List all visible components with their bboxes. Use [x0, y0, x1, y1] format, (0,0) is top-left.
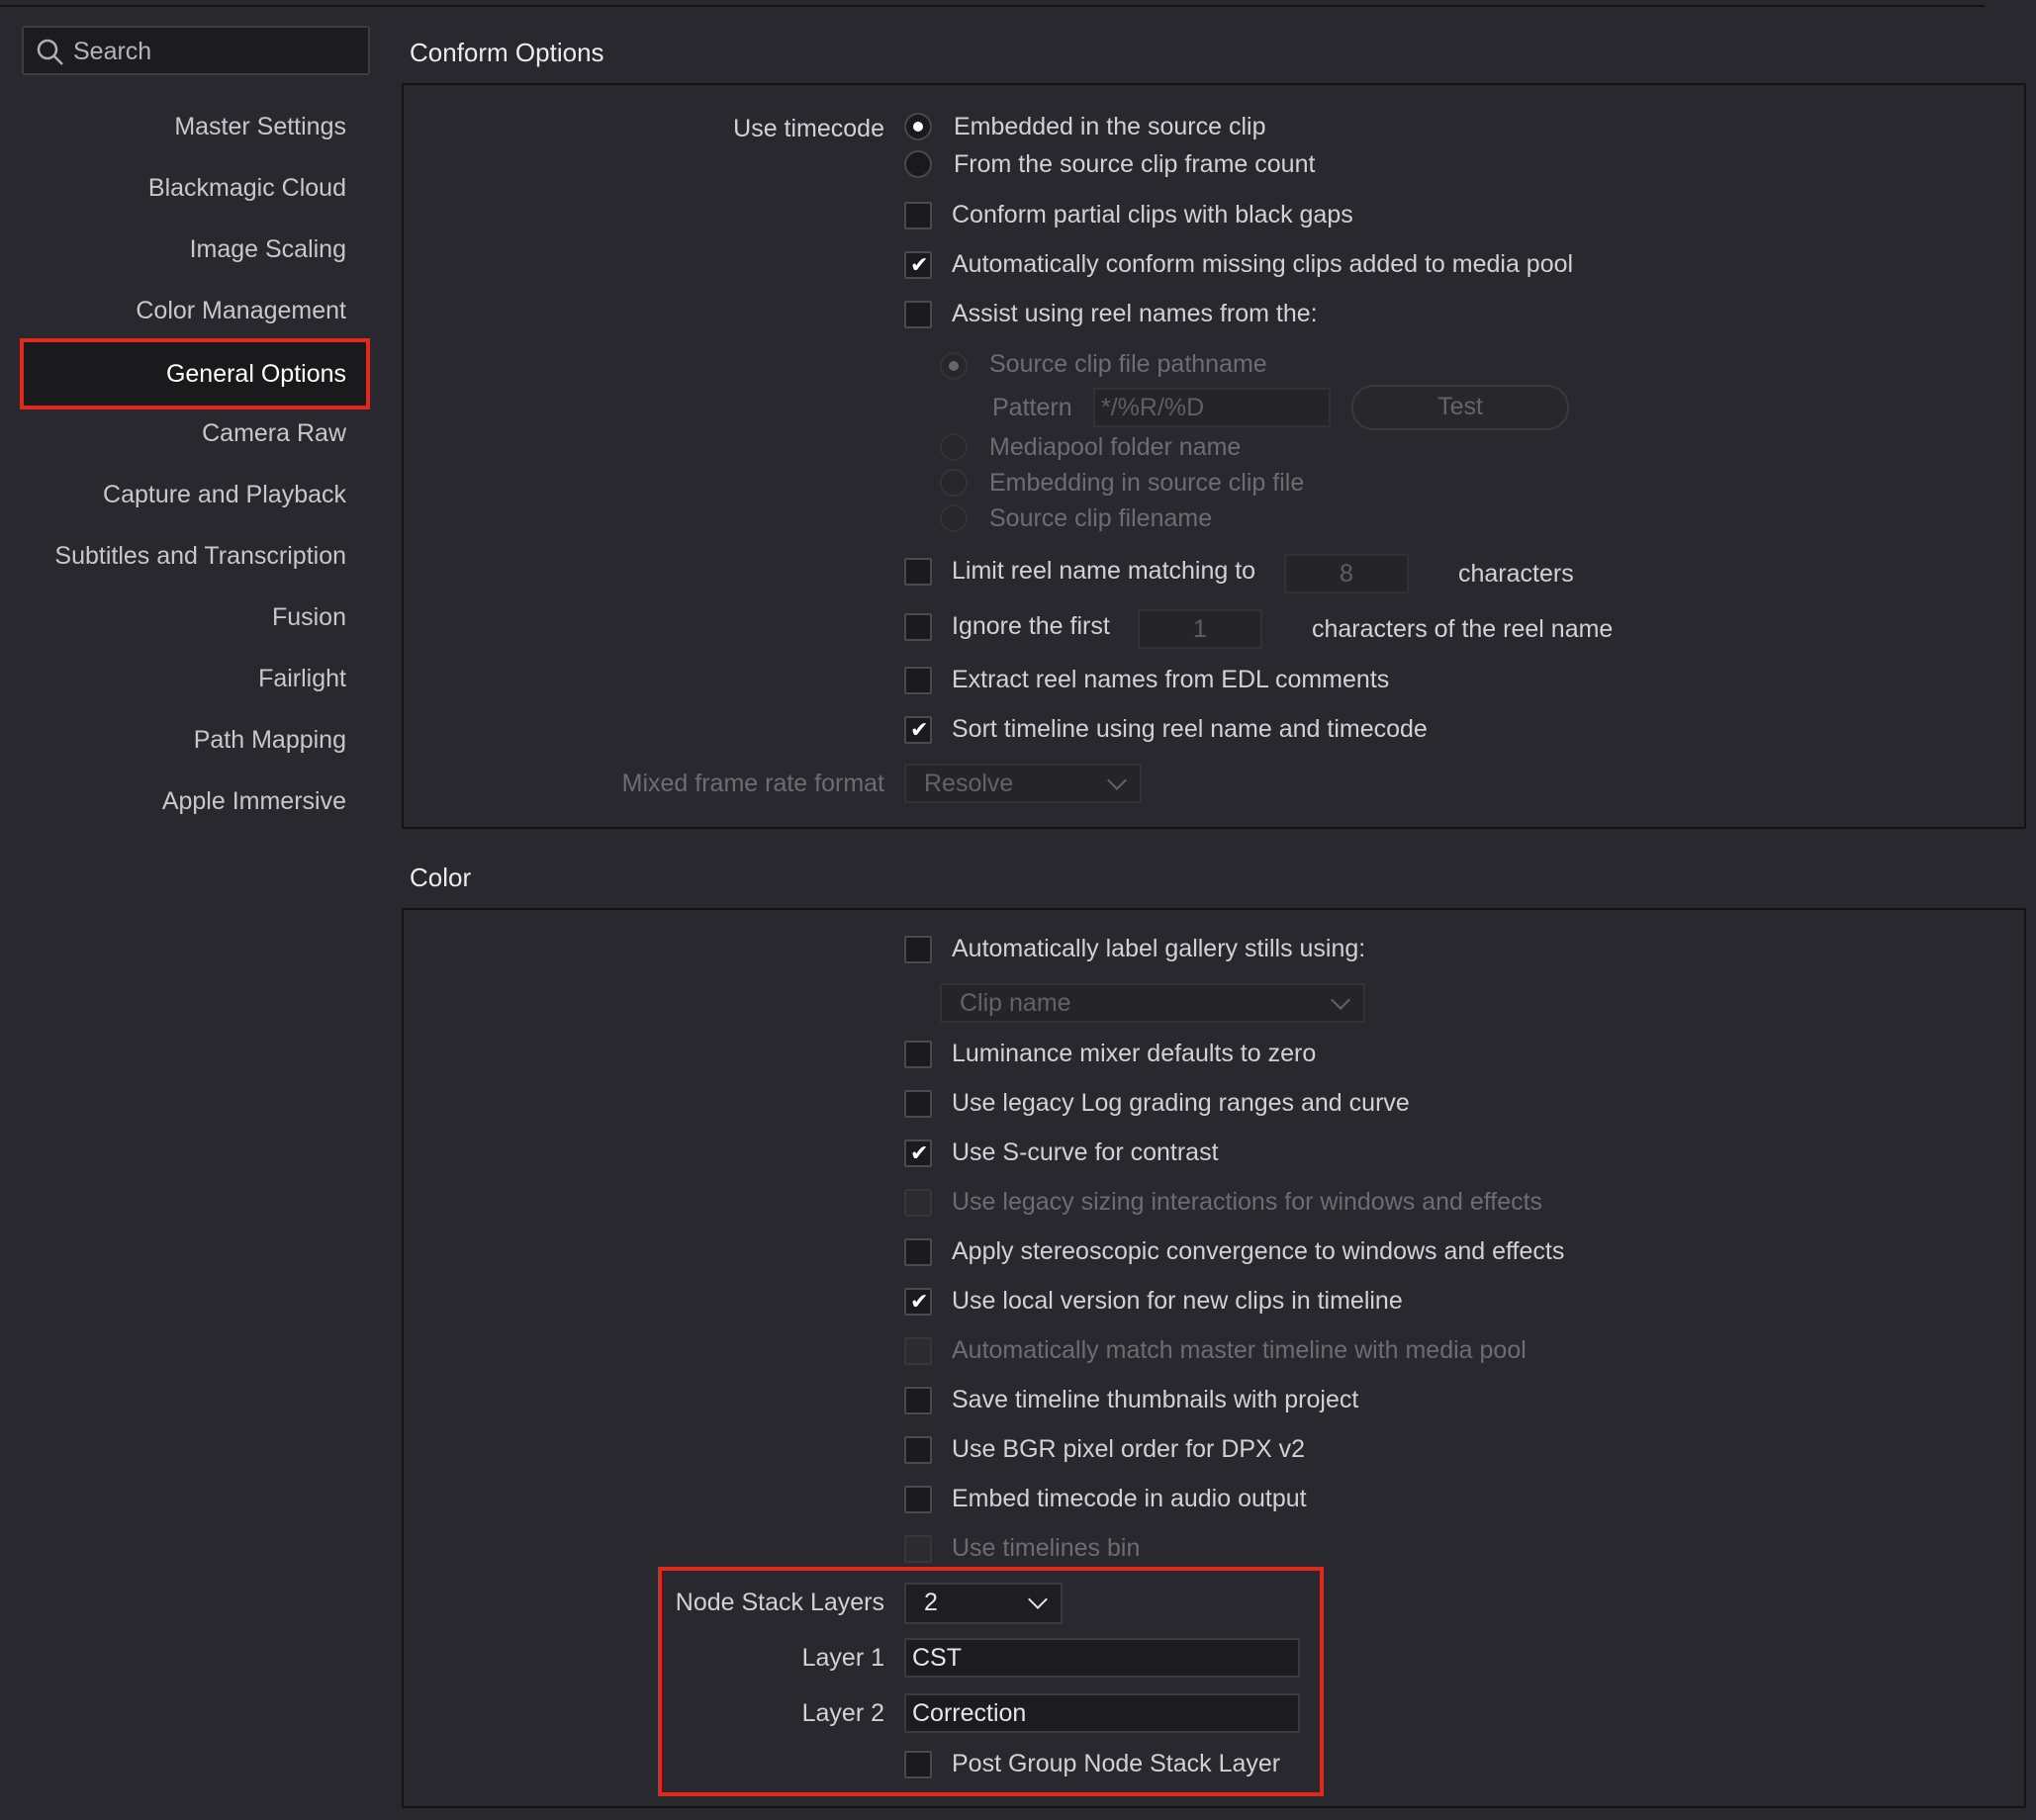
top-border [0, 0, 1985, 7]
search-placeholder: Search [73, 38, 152, 65]
sidebar-item-fusion[interactable]: Fusion [272, 603, 346, 632]
pattern-label: Pattern [992, 394, 1072, 421]
auto-match-checkbox[interactable] [904, 1337, 932, 1365]
luma-mixer-label: Luminance mixer defaults to zero [952, 1040, 1317, 1067]
sidebar-item-subtitles[interactable]: Subtitles and Transcription [54, 542, 346, 571]
limit-reel-input[interactable]: 8 [1284, 554, 1409, 593]
search-icon [37, 39, 63, 65]
characters-label: characters [1458, 560, 1574, 588]
sidebar-item-image-scaling[interactable]: Image Scaling [190, 235, 346, 264]
checkmark-icon: ✔ [910, 1289, 929, 1314]
limit-reel-label: Limit reel name matching to [952, 557, 1256, 585]
source-filename-label: Source clip filename [989, 504, 1213, 532]
mixed-rate-label: Mixed frame rate format [621, 770, 884, 797]
mixed-rate-dropdown[interactable]: Resolve [904, 764, 1142, 803]
legacy-sizing-label: Use legacy sizing interactions for windo… [952, 1188, 1543, 1216]
test-button[interactable]: Test [1351, 385, 1569, 430]
ignore-first-label: Ignore the first [952, 612, 1110, 640]
sidebar-item-master-settings[interactable]: Master Settings [174, 113, 346, 141]
checkmark-icon: ✔ [910, 252, 929, 277]
extract-edl-checkbox[interactable] [904, 667, 932, 694]
sidebar-item-path-mapping[interactable]: Path Mapping [194, 726, 346, 755]
mediapool-folder-radio[interactable] [940, 433, 968, 461]
color-section-title: Color [410, 863, 472, 892]
mixed-rate-value: Resolve [924, 770, 1014, 797]
timecode-embedded-label: Embedded in the source clip [954, 113, 1266, 140]
embed-tc-label: Embed timecode in audio output [952, 1485, 1307, 1512]
sidebar-item-fairlight[interactable]: Fairlight [258, 665, 346, 693]
bgr-order-label: Use BGR pixel order for DPX v2 [952, 1435, 1306, 1463]
sidebar-item-capture-playback[interactable]: Capture and Playback [103, 481, 346, 509]
luma-mixer-checkbox[interactable] [904, 1041, 932, 1068]
pattern-input[interactable]: */%R/%D [1093, 388, 1331, 427]
legacy-log-checkbox[interactable] [904, 1090, 932, 1118]
node-stack-highlight [658, 1567, 1324, 1796]
stills-label-value: Clip name [960, 989, 1071, 1017]
ignore-first-checkbox[interactable] [904, 613, 932, 641]
sidebar-item-general-options[interactable]: General Options [20, 338, 370, 410]
checkmark-icon: ✔ [910, 1140, 929, 1165]
sort-timeline-label: Sort timeline using reel name and timeco… [952, 715, 1428, 743]
sort-timeline-checkbox[interactable]: ✔ [904, 716, 932, 744]
partial-clips-checkbox[interactable] [904, 202, 932, 229]
timelines-bin-checkbox[interactable] [904, 1535, 932, 1563]
assist-reel-label: Assist using reel names from the: [952, 300, 1318, 327]
auto-match-label: Automatically match master timeline with… [952, 1336, 1527, 1364]
assist-reel-checkbox[interactable] [904, 301, 932, 328]
use-timecode-label: Use timecode [733, 115, 884, 142]
auto-label-stills-label: Automatically label gallery stills using… [952, 935, 1366, 962]
sidebar-item-camera-raw[interactable]: Camera Raw [202, 419, 346, 448]
s-curve-label: Use S-curve for contrast [952, 1138, 1219, 1166]
timecode-framecount-label: From the source clip frame count [954, 150, 1316, 178]
embed-tc-checkbox[interactable] [904, 1486, 932, 1513]
partial-clips-label: Conform partial clips with black gaps [952, 201, 1353, 228]
legacy-sizing-checkbox[interactable] [904, 1189, 932, 1217]
auto-label-stills-checkbox[interactable] [904, 936, 932, 963]
stereo-convergence-checkbox[interactable] [904, 1238, 932, 1266]
extract-edl-label: Extract reel names from EDL comments [952, 666, 1390, 693]
save-thumbs-label: Save timeline thumbnails with project [952, 1386, 1359, 1413]
timelines-bin-label: Use timelines bin [952, 1534, 1141, 1562]
legacy-log-label: Use legacy Log grading ranges and curve [952, 1089, 1410, 1117]
stereo-convergence-label: Apply stereoscopic convergence to window… [952, 1237, 1565, 1265]
source-pathname-label: Source clip file pathname [989, 350, 1267, 378]
timecode-framecount-radio[interactable] [904, 150, 932, 178]
sidebar-item-color-management[interactable]: Color Management [136, 297, 346, 325]
search-field[interactable]: Search [22, 26, 370, 75]
sidebar-item-blackmagic-cloud[interactable]: Blackmagic Cloud [148, 174, 346, 203]
auto-conform-checkbox[interactable]: ✔ [904, 251, 932, 279]
embedding-file-radio[interactable] [940, 469, 968, 497]
ignore-first-input[interactable]: 1 [1138, 609, 1262, 649]
local-version-label: Use local version for new clips in timel… [952, 1287, 1403, 1315]
sidebar-item-label: General Options [165, 360, 346, 388]
source-pathname-radio[interactable] [940, 352, 968, 380]
s-curve-checkbox[interactable]: ✔ [904, 1139, 932, 1167]
sidebar-item-apple-immersive[interactable]: Apple Immersive [162, 787, 346, 816]
bgr-order-checkbox[interactable] [904, 1436, 932, 1464]
chevron-down-icon [1107, 771, 1127, 790]
limit-reel-checkbox[interactable] [904, 558, 932, 586]
stills-label-dropdown[interactable]: Clip name [940, 983, 1365, 1023]
auto-conform-label: Automatically conform missing clips adde… [952, 250, 1574, 278]
source-filename-radio[interactable] [940, 504, 968, 532]
timecode-embedded-radio[interactable] [904, 113, 932, 140]
conform-section-title: Conform Options [410, 38, 604, 67]
mediapool-folder-label: Mediapool folder name [989, 433, 1242, 461]
save-thumbs-checkbox[interactable] [904, 1387, 932, 1414]
chevron-down-icon [1331, 990, 1350, 1010]
local-version-checkbox[interactable]: ✔ [904, 1288, 932, 1316]
embedding-file-label: Embedding in source clip file [989, 469, 1305, 497]
chars-of-reel-label: characters of the reel name [1312, 615, 1614, 643]
checkmark-icon: ✔ [910, 717, 929, 742]
